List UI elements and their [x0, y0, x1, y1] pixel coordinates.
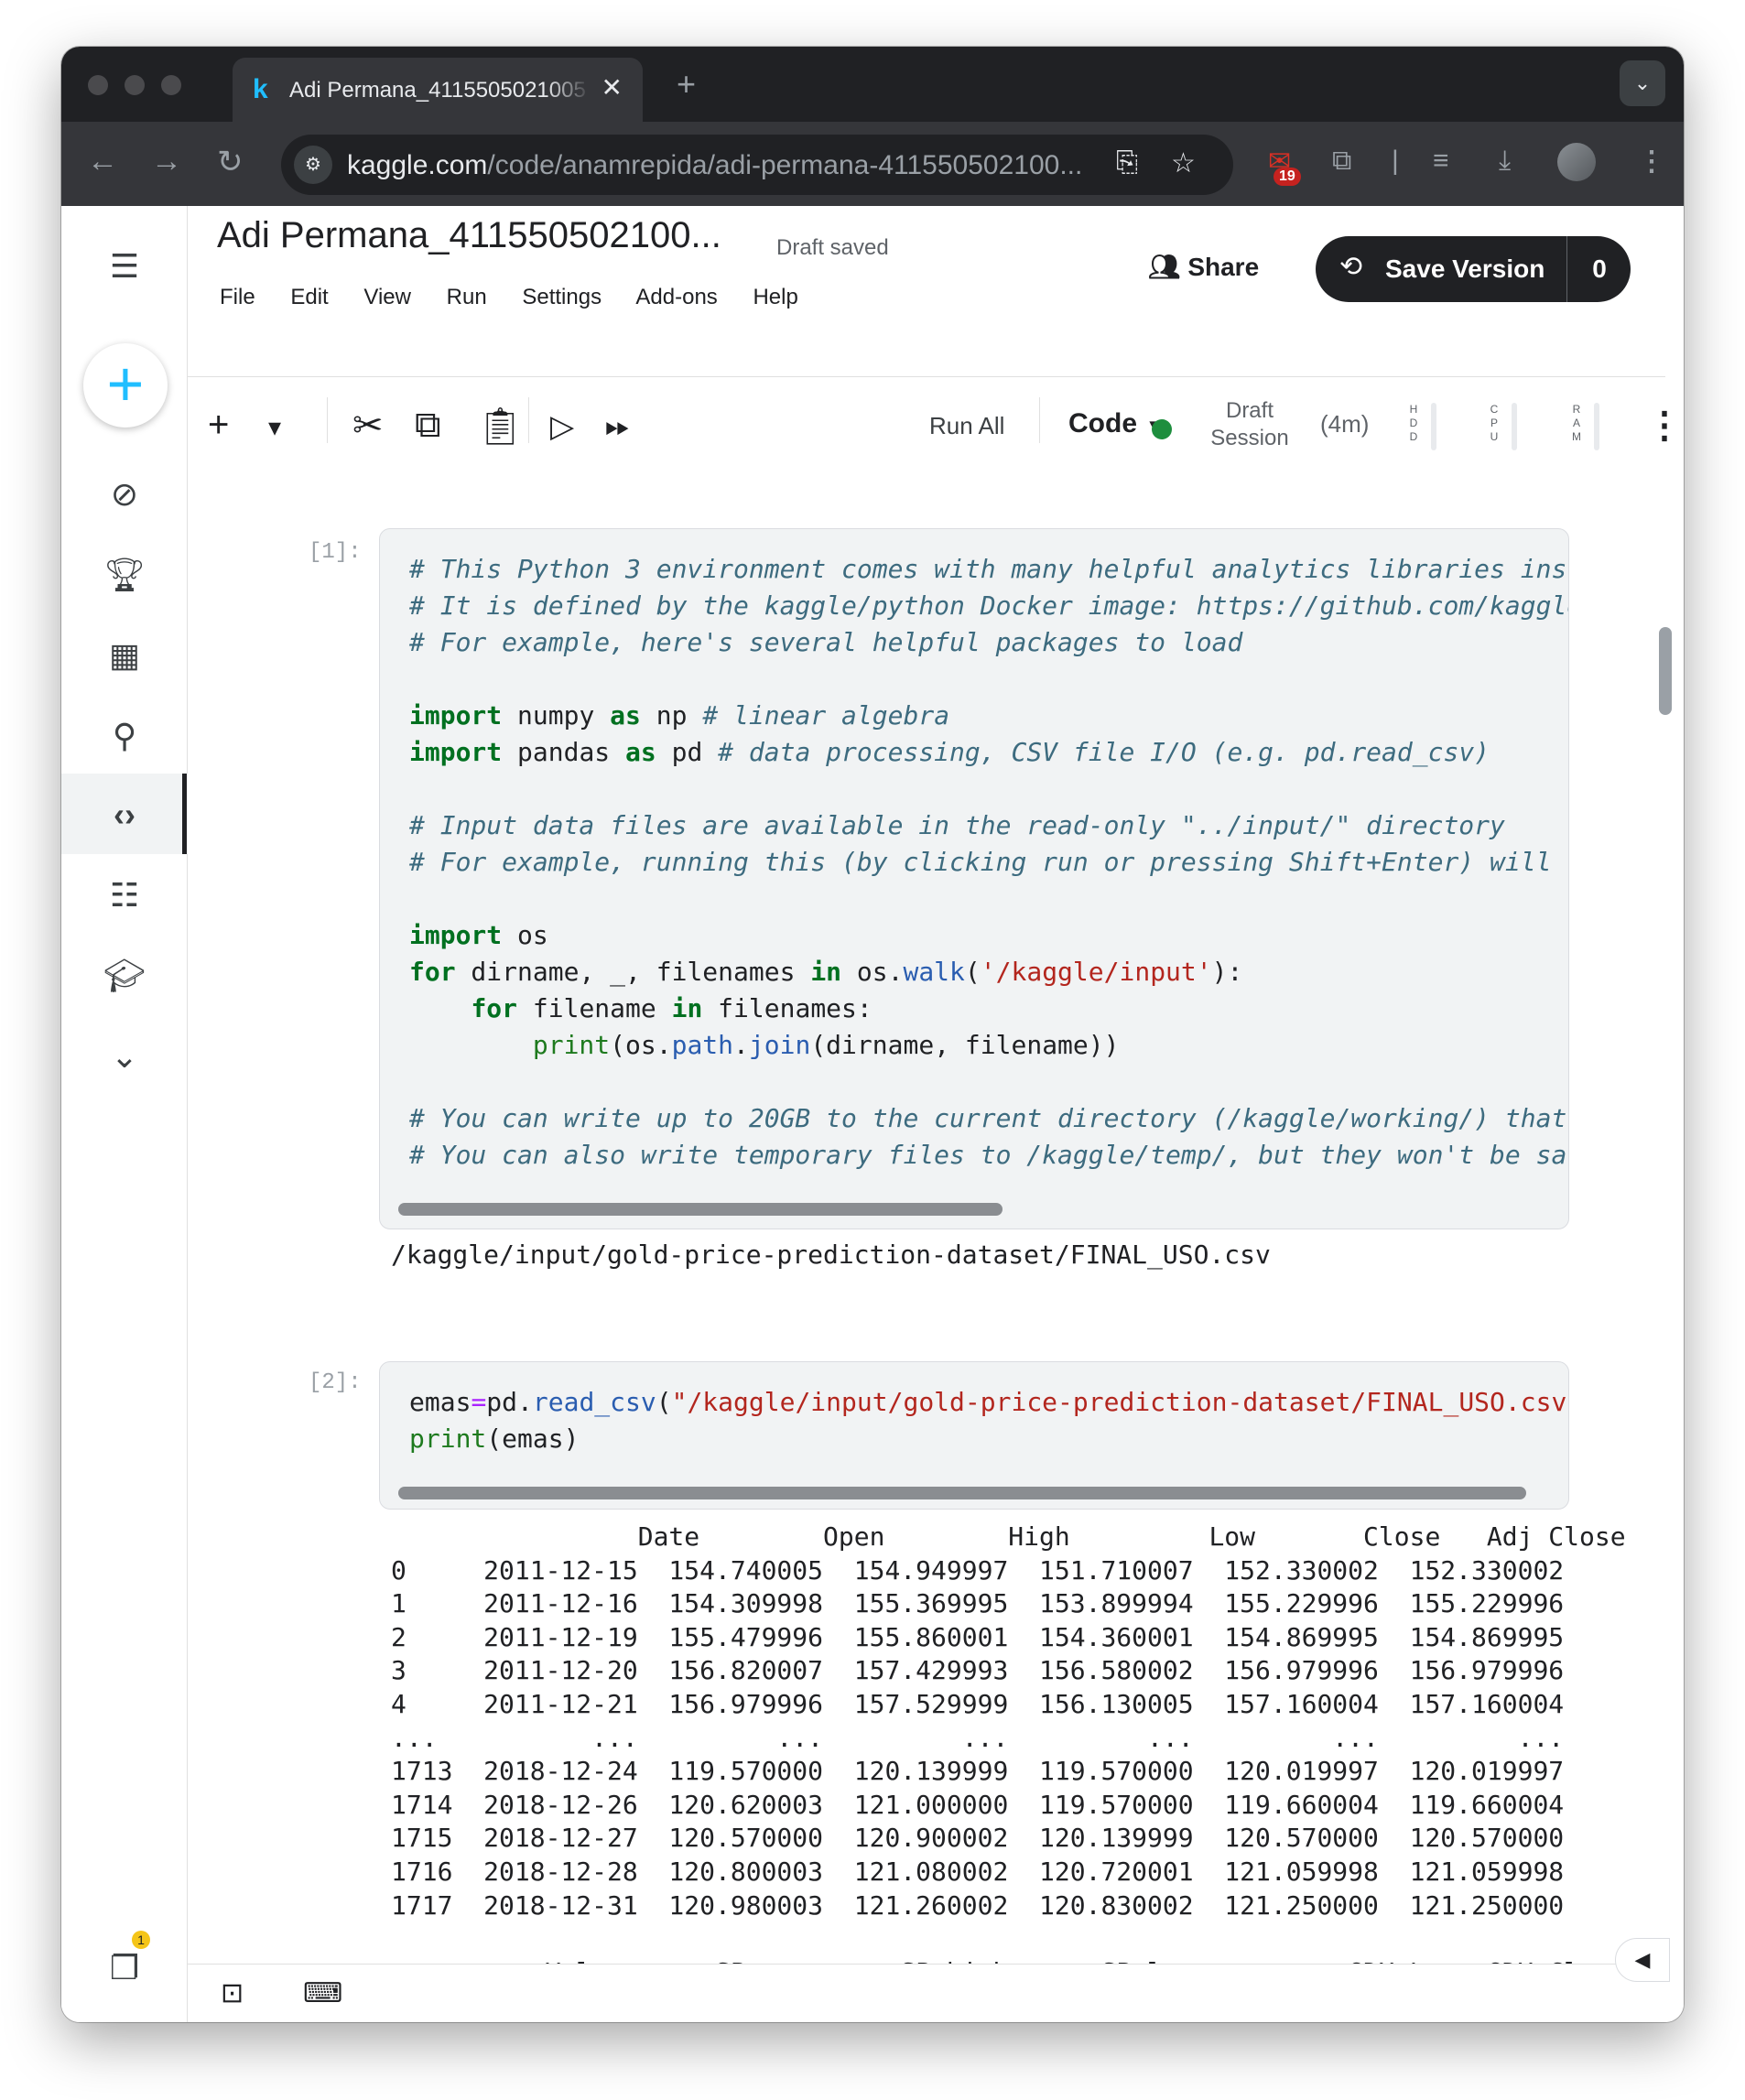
menu-bar: File Edit View Run Settings Add-ons Help [220, 285, 828, 310]
table-icon[interactable]: ▦ [102, 633, 147, 678]
more-options-icon[interactable]: ⋮ [1646, 405, 1683, 447]
media-controls-icon[interactable]: ≡ [1433, 146, 1449, 177]
cell-output: Date Open High Low Close Adj Close \ 0 2… [391, 1521, 1626, 1987]
chevron-down-icon[interactable]: ⌄ [102, 1034, 147, 1079]
left-navigation: ☰ + ⊘ 🏆︎ ▦ ⚲ ‹› ☷ 🎓︎ ⌄ ❐ 1 [61, 206, 188, 2022]
discussion-icon[interactable]: ☷ [102, 872, 147, 918]
toolbar-divider [327, 397, 328, 443]
address-bar[interactable]: ⚙ kaggle.com/code/anamrepida/adi-permana… [281, 135, 1233, 195]
toolbar-address: ← → ↻ ⚙ kaggle.com/code/anamrepida/adi-p… [61, 122, 1684, 206]
menu-icon[interactable]: ☰ [102, 244, 147, 289]
code-cell[interactable]: # This Python 3 environment comes with m… [379, 528, 1569, 1229]
hdd-label: HDD [1409, 403, 1418, 443]
ram-label: RAM [1572, 403, 1581, 443]
toolbar-divider: | [1392, 146, 1399, 176]
cpu-bar [1512, 403, 1517, 450]
notebook-toolbar: + ▾ ✂ ⧉ 📋︎ ▷ ⏩︎ Run All Code▾ Draft Sess… [188, 376, 1683, 477]
console-icon[interactable]: ⊡ [221, 1977, 244, 2009]
version-count[interactable]: 0 [1581, 254, 1618, 284]
reload-icon[interactable]: ↻ [217, 144, 244, 180]
horizontal-scrollbar[interactable] [398, 1487, 1526, 1499]
tab-strip: k Adi Permana_4115505021005 ✕ + ⌄ [61, 47, 1684, 122]
save-history-icon: ⟲ [1339, 252, 1363, 282]
compass-icon[interactable]: ⊘ [102, 471, 147, 517]
forward-icon[interactable]: → [151, 144, 182, 179]
tab-close-icon[interactable]: ✕ [602, 72, 623, 103]
new-tab-icon[interactable]: + [677, 65, 696, 103]
kaggle-favicon-icon: k [253, 74, 268, 104]
window-zoom-icon[interactable] [161, 75, 181, 95]
menu-help[interactable]: Help [753, 285, 797, 309]
save-version-button[interactable]: ⟲ Save Version 0 [1316, 236, 1631, 302]
save-version-label: Save Version [1385, 254, 1545, 283]
nav-active-indicator [182, 774, 187, 854]
menu-file[interactable]: File [220, 285, 255, 309]
code-icon[interactable]: ‹› [102, 792, 147, 838]
bookmark-star-icon[interactable]: ☆ [1171, 147, 1196, 179]
create-button[interactable]: + [83, 343, 168, 428]
add-cell-icon[interactable]: + [208, 405, 229, 446]
cell-type-select[interactable]: Code▾ [1068, 408, 1160, 439]
save-divider [1566, 236, 1567, 302]
url-text[interactable]: kaggle.com/code/anamrepida/adi-permana-4… [347, 150, 1082, 181]
kaggle-editor: ☰ + ⊘ 🏆︎ ▦ ⚲ ‹› ☷ 🎓︎ ⌄ ❐ 1 Adi Permana_4… [61, 206, 1684, 2022]
toolbar-divider [1039, 397, 1040, 443]
add-cell-dropdown-icon[interactable]: ▾ [268, 412, 281, 442]
code-editor[interactable]: emas=pd.read_csv("/kaggle/input/gold-pri… [409, 1384, 1568, 1457]
session-time: (4m) [1320, 410, 1370, 438]
notebook-title[interactable]: Adi Permana_411550502100... [217, 215, 721, 256]
code-editor[interactable]: # This Python 3 environment comes with m… [409, 551, 1568, 1174]
cpu-label: CPU [1490, 403, 1499, 443]
menu-add-ons[interactable]: Add-ons [635, 285, 717, 309]
share-button[interactable]: 👥︎ Share [1148, 252, 1259, 282]
tab-search-icon[interactable]: ⌄ [1620, 60, 1665, 106]
keyboard-icon[interactable]: ⌨ [303, 1977, 342, 2009]
menu-run[interactable]: Run [447, 285, 487, 309]
copy-cell-icon[interactable]: ⧉ [415, 405, 441, 446]
menu-view[interactable]: View [363, 285, 411, 309]
trophy-icon[interactable]: 🏆︎ [102, 552, 147, 598]
cell-output: /kaggle/input/gold-price-prediction-data… [391, 1239, 1271, 1270]
profile-avatar[interactable] [1557, 143, 1596, 181]
hdd-bar [1431, 403, 1436, 450]
site-info-icon[interactable]: ⚙ [294, 146, 332, 184]
window-minimize-icon[interactable] [125, 75, 145, 95]
notification-badge: 1 [132, 1931, 150, 1949]
models-icon[interactable]: ⚲ [102, 713, 147, 759]
back-icon[interactable]: ← [87, 144, 118, 179]
browser-tab-active[interactable]: k Adi Permana_4115505021005 ✕ [233, 58, 643, 122]
vertical-scrollbar[interactable] [1659, 627, 1672, 715]
download-icon[interactable]: ⤓ [1499, 146, 1511, 177]
session-status[interactable]: Draft Session [1199, 397, 1300, 452]
paste-icon[interactable]: 📋︎ [477, 405, 524, 448]
menu-settings[interactable]: Settings [522, 285, 602, 309]
learn-icon[interactable]: 🎓︎ [102, 953, 147, 999]
run-all-icon[interactable]: ⏩︎ [605, 408, 630, 444]
toolbar-divider [528, 397, 529, 443]
cut-icon[interactable]: ✂ [352, 405, 384, 447]
bottom-bar: ⊡ ⌨ [188, 1964, 1665, 2022]
session-status-dot [1152, 419, 1172, 439]
collapse-panel-icon[interactable]: ◀ [1615, 1938, 1670, 1982]
horizontal-scrollbar[interactable] [398, 1203, 1003, 1216]
save-status: Draft saved [776, 235, 889, 260]
browser-menu-icon[interactable]: ⋮ [1638, 146, 1665, 178]
install-app-icon[interactable]: ⎘ [1116, 147, 1138, 179]
run-cell-icon[interactable]: ▷ [550, 408, 574, 445]
cell-prompt: [1]: [309, 540, 362, 565]
copy-icon[interactable]: ❐ [102, 1945, 147, 1991]
code-cell[interactable]: emas=pd.read_csv("/kaggle/input/gold-pri… [379, 1361, 1569, 1510]
ram-bar [1594, 403, 1599, 450]
menu-edit[interactable]: Edit [290, 285, 328, 309]
tab-title: Adi Permana_4115505021005 [289, 78, 586, 103]
share-people-icon: 👥︎ [1148, 253, 1188, 281]
run-all-button[interactable]: Run All [929, 412, 1004, 440]
extension-badge: 19 [1274, 168, 1301, 186]
extensions-puzzle-icon[interactable]: ⧉ [1332, 146, 1351, 177]
window-close-icon[interactable] [88, 75, 108, 95]
browser-window: k Adi Permana_4115505021005 ✕ + ⌄ ← → ↻ … [61, 47, 1684, 2022]
cell-prompt: [2]: [309, 1370, 362, 1395]
